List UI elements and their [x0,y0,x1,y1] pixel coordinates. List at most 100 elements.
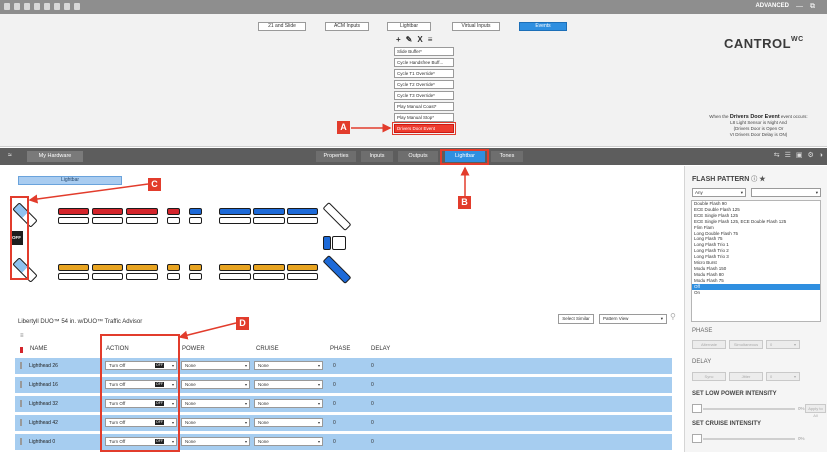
phase-value[interactable]: 0 [333,420,336,426]
lighthead[interactable] [58,264,89,271]
lighthead[interactable] [58,217,89,224]
alternate-button[interactable]: Alternate [692,340,726,349]
event-item[interactable]: Cycle T1 Override* [394,69,454,78]
phase-select[interactable]: 0 ▾ [766,340,800,349]
lighthead[interactable] [253,208,285,215]
event-item[interactable]: Slide Buffer* [394,47,454,56]
lighthead[interactable] [92,208,123,215]
pattern-view-select[interactable]: Pattern View ▾ [599,314,667,324]
lighthead[interactable] [167,264,180,271]
tab-inputs[interactable]: Inputs [361,151,393,162]
select-similar-button[interactable]: Select Similar [558,314,594,324]
tab-lightbar-top[interactable]: Lightbar [387,22,431,31]
tab-virtual-inputs[interactable]: Virtual Inputs [452,22,500,31]
upload-icon[interactable] [54,3,60,10]
phase-value[interactable]: 0 [333,382,336,388]
delay-value[interactable]: 0 [371,382,374,388]
event-item-drivers-door[interactable]: Drivers Door Event [392,122,456,135]
lighthead[interactable] [126,273,158,280]
info-icon[interactable]: ⓘ [751,177,757,183]
sort-icon[interactable]: ⇆ [774,152,780,160]
simultaneous-button[interactable]: Simultaneous [729,340,763,349]
undo-icon[interactable] [64,3,70,10]
tab-events[interactable]: Events [519,22,567,31]
export-icon[interactable]: ▣ [796,152,803,160]
tab-acm-inputs[interactable]: ACM Inputs [325,22,369,31]
lighthead[interactable] [189,264,202,271]
lighthead[interactable] [92,264,123,271]
list-icon[interactable]: ≡ [428,36,433,44]
power-select[interactable]: None ▾ [181,418,250,427]
lighthead[interactable] [219,208,251,215]
event-item[interactable]: Play Manual Coast* [394,102,454,111]
power-select[interactable]: None ▾ [181,361,250,370]
new-file-icon[interactable] [14,3,20,10]
lighthead[interactable] [189,217,202,224]
settings-icon[interactable]: ⚙ [807,152,813,160]
apply-to-all-button[interactable]: Apply to All [805,404,826,418]
lighthead[interactable] [167,273,180,280]
lighthead[interactable] [167,217,180,224]
mode-label[interactable]: ADVANCED [755,3,789,9]
cruise-select[interactable]: None ▾ [254,380,323,389]
lighthead[interactable] [323,236,331,250]
flash-pattern-list[interactable]: Double Flash 90 ECE Double Flash 125 ECE S… [691,200,821,322]
lighthead[interactable] [332,236,346,250]
event-item[interactable]: Cycle Handsfree Buff... [394,58,454,67]
lighthead[interactable] [92,217,123,224]
lighthead[interactable] [219,264,251,271]
cruise-select[interactable]: None ▾ [254,361,323,370]
lighthead[interactable] [167,208,180,215]
cruise-select[interactable]: None ▾ [254,437,323,446]
delay-value[interactable]: 0 [371,363,374,369]
my-hardware-button[interactable]: My Hardware [27,151,83,162]
pattern-filter-select[interactable]: Any ▾ [692,188,746,197]
help-icon[interactable]: ◑ [819,152,823,160]
col-phase[interactable]: PHASE [330,346,350,352]
col-power[interactable]: POWER [182,346,205,352]
lighthead[interactable] [58,273,89,280]
lighthead[interactable] [219,217,251,224]
event-item[interactable]: Cycle T2 Override* [394,80,454,89]
redo-icon[interactable] [74,3,80,10]
tab-21-and-slide[interactable]: 21 and Slide [258,22,306,31]
jitter-button[interactable]: Jitter [729,372,763,381]
print-icon[interactable] [44,3,50,10]
app-icon[interactable] [4,3,10,10]
power-select[interactable]: None ▾ [181,437,250,446]
sync-button[interactable]: Sync [692,372,726,381]
open-file-icon[interactable] [24,3,30,10]
lighthead[interactable] [287,217,318,224]
lighthead[interactable] [189,208,202,215]
tab-tones[interactable]: Tones [491,151,523,162]
star-icon[interactable]: ★ [759,176,765,183]
lighthead[interactable] [287,273,318,280]
lighthead[interactable] [219,273,251,280]
pattern-list-item[interactable]: On [692,290,820,296]
lighthead[interactable] [92,273,123,280]
minimize-button[interactable]: — [796,3,803,10]
power-select[interactable]: None ▾ [181,380,250,389]
delay-value[interactable]: 0 [371,420,374,426]
lighthead[interactable] [253,217,285,224]
tab-properties[interactable]: Properties [316,151,356,162]
phase-value[interactable]: 0 [333,401,336,407]
col-cruise[interactable]: CRUISE [256,346,279,352]
lighthead[interactable] [189,273,202,280]
col-name[interactable]: NAME [30,346,47,352]
delete-icon[interactable]: X [417,36,422,44]
lighthead[interactable] [58,208,89,215]
cruise-select[interactable]: None ▾ [254,399,323,408]
delay-select[interactable]: 0 ▾ [766,372,800,381]
collapse-icon[interactable]: ≈ [8,152,12,159]
edit-icon[interactable]: ✎ [406,36,413,44]
restore-button[interactable]: ⧉ [810,3,815,10]
tab-outputs[interactable]: Outputs [398,151,438,162]
list-view-icon[interactable]: ☰ [785,152,791,160]
cruise-select[interactable]: None ▾ [254,418,323,427]
corner-light-top-right[interactable] [322,202,352,231]
lighthead[interactable] [253,273,285,280]
low-power-slider-handle[interactable] [692,404,702,413]
lighthead[interactable] [287,208,318,215]
lighthead[interactable] [126,264,158,271]
